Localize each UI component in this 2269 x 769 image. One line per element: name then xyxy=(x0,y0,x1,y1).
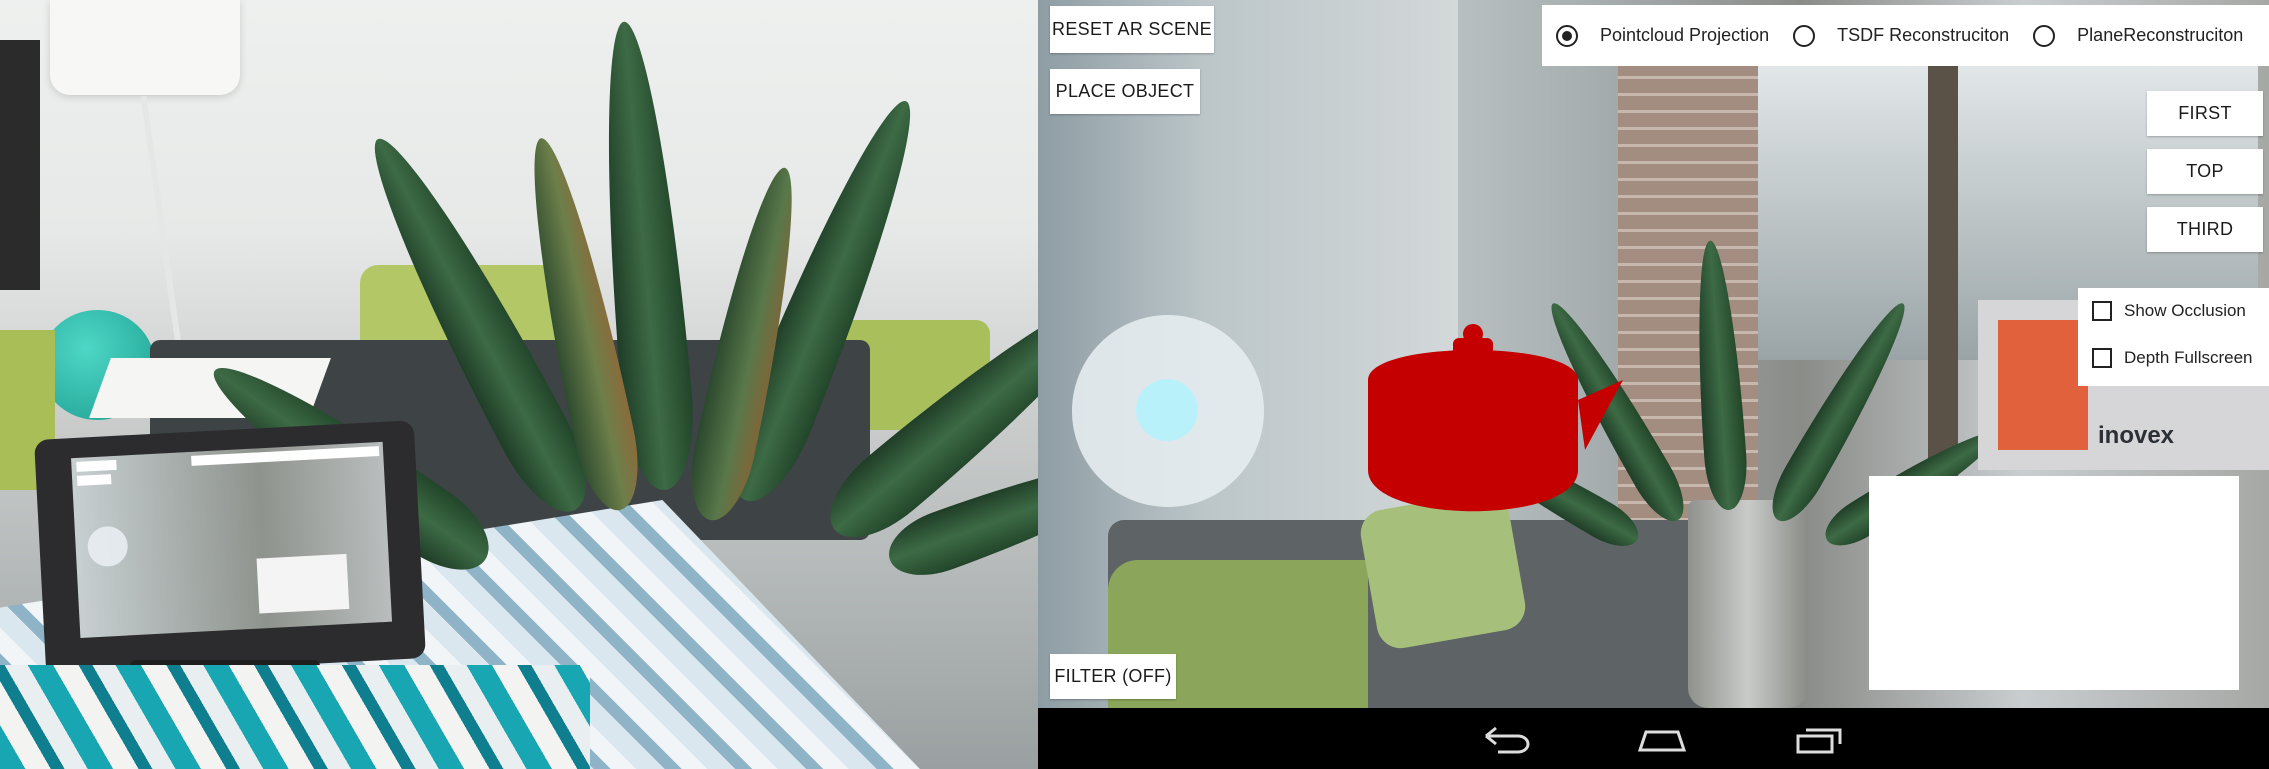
radio-tsdf-reconstruction[interactable]: TSDF Reconstruciton xyxy=(1793,24,2010,47)
depth-fullscreen-checkbox[interactable]: Depth Fullscreen xyxy=(2092,348,2253,368)
ar-teapot-object xyxy=(1368,324,1623,512)
home-icon[interactable] xyxy=(1632,724,1692,754)
scene-plant-pot xyxy=(1688,500,1808,708)
joystick-knob[interactable] xyxy=(1136,379,1198,441)
tablet-device xyxy=(34,420,426,678)
third-person-view-button[interactable]: THIRD xyxy=(2147,207,2263,252)
radio-label: TSDF Reconstruciton xyxy=(1837,25,2010,45)
display-options-panel: Show Occlusion Depth Fullscreen xyxy=(2078,288,2269,386)
depth-preview-panel xyxy=(1869,476,2239,690)
android-navigation-bar xyxy=(1038,708,2269,769)
back-icon[interactable] xyxy=(1476,724,1536,754)
reconstruction-mode-radio-group: Pointcloud Projection TSDF Reconstrucito… xyxy=(1542,5,2269,66)
plant xyxy=(164,0,1038,620)
radio-unselected-icon[interactable] xyxy=(1793,24,1816,47)
first-person-view-button[interactable]: FIRST xyxy=(2147,91,2263,136)
checkbox-icon[interactable] xyxy=(2092,301,2112,321)
magazine xyxy=(0,665,590,769)
tablet-screen xyxy=(71,441,393,638)
movement-joystick[interactable] xyxy=(1072,315,1264,507)
radio-label: PlaneReconstruciton xyxy=(2077,25,2244,45)
ar-app-screen: inovex RESET AR SCENE PLACE OBJECT FILTE… xyxy=(1038,0,2269,769)
recent-apps-icon[interactable] xyxy=(1790,724,1850,754)
shelf xyxy=(0,40,40,290)
lamp-shade xyxy=(50,0,240,95)
radio-plane-reconstruction[interactable]: PlaneReconstruciton xyxy=(2033,24,2244,47)
show-occlusion-checkbox[interactable]: Show Occlusion xyxy=(2092,301,2246,321)
top-view-button[interactable]: TOP xyxy=(2147,149,2263,194)
radio-selected-icon[interactable] xyxy=(1556,24,1578,47)
radio-pointcloud-projection[interactable]: Pointcloud Projection xyxy=(1556,24,1770,47)
photo-panel xyxy=(0,0,1038,769)
checkbox-label: Depth Fullscreen xyxy=(2124,348,2253,367)
lamp-pole xyxy=(140,95,186,375)
scene-plant xyxy=(1454,230,2007,557)
radio-label: Pointcloud Projection xyxy=(1600,25,1770,45)
filter-toggle-button[interactable]: FILTER (OFF) xyxy=(1050,654,1176,699)
checkbox-icon[interactable] xyxy=(2092,348,2112,368)
reset-ar-scene-button[interactable]: RESET AR SCENE xyxy=(1050,6,1214,53)
checkbox-label: Show Occlusion xyxy=(2124,301,2246,320)
watermark-text: inovex xyxy=(2098,422,2175,449)
radio-unselected-icon[interactable] xyxy=(2033,24,2056,47)
place-object-button[interactable]: PLACE OBJECT xyxy=(1050,69,1200,114)
